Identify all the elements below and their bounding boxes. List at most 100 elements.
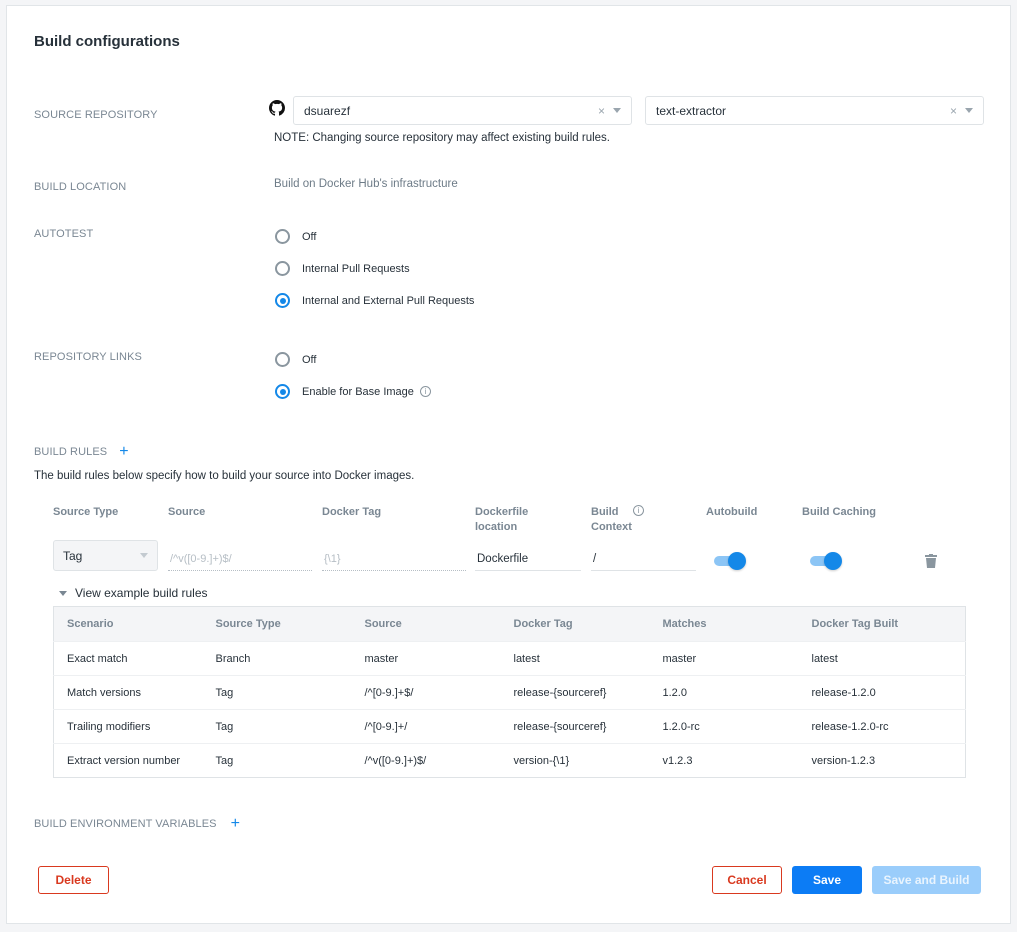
build-rules-header: BUILD RULES + bbox=[34, 444, 129, 460]
header-scenario: Scenario bbox=[53, 606, 203, 642]
repository-links-label: REPOSITORY LINKS bbox=[34, 351, 142, 363]
header-source-type: Source Type bbox=[202, 606, 352, 642]
repository-value: text-extractor bbox=[656, 103, 727, 118]
cell: Tag bbox=[202, 709, 352, 744]
repository-select[interactable]: text-extractor × bbox=[645, 96, 984, 125]
column-docker-tag: Docker Tag bbox=[322, 506, 382, 518]
repository-links-option-base-image[interactable]: Enable for Base Image i bbox=[275, 384, 431, 399]
source-type-value: Tag bbox=[63, 548, 83, 563]
table-row: Trailing modifiers Tag /^[0-9.]+/ releas… bbox=[53, 709, 966, 744]
radio-button[interactable] bbox=[275, 352, 290, 367]
cell: /^[0-9.]+$/ bbox=[351, 675, 501, 710]
source-repository-label: SOURCE REPOSITORY bbox=[34, 109, 158, 121]
column-label-line: location bbox=[475, 521, 518, 533]
cell: Exact match bbox=[53, 641, 203, 676]
build-env-vars-label: BUILD ENVIRONMENT VARIABLES bbox=[34, 818, 217, 830]
cell: Tag bbox=[202, 743, 352, 778]
autotest-option-internal[interactable]: Internal Pull Requests bbox=[275, 261, 410, 276]
column-label-line: Dockerfile bbox=[475, 506, 529, 518]
build-rules-description: The build rules below specify how to bui… bbox=[34, 470, 415, 482]
source-repository-note: NOTE: Changing source repository may aff… bbox=[274, 132, 610, 144]
cell: Extract version number bbox=[53, 743, 203, 778]
build-location-label: BUILD LOCATION bbox=[34, 181, 127, 193]
build-configurations-card: Build configurations SOURCE REPOSITORY d… bbox=[6, 5, 1011, 924]
column-dockerfile-location: Dockerfile location bbox=[475, 505, 528, 535]
build-rules-label: BUILD RULES bbox=[34, 446, 108, 458]
cell: latest bbox=[798, 641, 966, 676]
build-env-vars-header: BUILD ENVIRONMENT VARIABLES + bbox=[34, 816, 240, 832]
radio-button-selected[interactable] bbox=[275, 293, 290, 308]
header-source: Source bbox=[351, 606, 501, 642]
cell: release-1.2.0-rc bbox=[798, 709, 966, 744]
table-row: Extract version number Tag /^v([0-9.]+)$… bbox=[53, 743, 966, 778]
save-and-build-button[interactable]: Save and Build bbox=[872, 866, 981, 894]
table-header-row: Scenario Source Type Source Docker Tag M… bbox=[53, 606, 966, 642]
cell: version-1.2.3 bbox=[798, 743, 966, 778]
page-title: Build configurations bbox=[34, 33, 180, 50]
toggle-label: View example build rules bbox=[75, 586, 208, 600]
cell: Branch bbox=[202, 641, 352, 676]
table-row: Exact match Branch master latest master … bbox=[53, 641, 966, 676]
cell: /^[0-9.]+/ bbox=[351, 709, 501, 744]
source-input[interactable]: /^v([0-9.]+)$/ bbox=[168, 549, 312, 571]
radio-button-selected[interactable] bbox=[275, 384, 290, 399]
repository-links-option-off[interactable]: Off bbox=[275, 352, 316, 367]
column-source-type: Source Type bbox=[53, 506, 119, 518]
header-matches: Matches bbox=[649, 606, 799, 642]
info-icon[interactable]: i bbox=[633, 505, 644, 516]
delete-button[interactable]: Delete bbox=[38, 866, 109, 894]
radio-label: Internal and External Pull Requests bbox=[302, 294, 475, 307]
radio-button[interactable] bbox=[275, 261, 290, 276]
info-icon[interactable]: i bbox=[419, 386, 431, 397]
column-autobuild: Autobuild bbox=[706, 506, 758, 518]
cell: master bbox=[351, 641, 501, 676]
autotest-option-off[interactable]: Off bbox=[275, 229, 316, 244]
column-build-caching: Build Caching bbox=[802, 506, 876, 518]
cell: v1.2.3 bbox=[649, 743, 799, 778]
cancel-button[interactable]: Cancel bbox=[712, 866, 782, 894]
add-env-var-icon[interactable]: + bbox=[231, 816, 240, 832]
header-docker-tag: Docker Tag bbox=[500, 606, 650, 642]
clear-organization-icon[interactable]: × bbox=[598, 104, 605, 118]
chevron-down-icon bbox=[140, 553, 148, 558]
column-build-context: Build Context bbox=[591, 505, 632, 535]
example-build-rules-table: Scenario Source Type Source Docker Tag M… bbox=[53, 606, 966, 778]
add-build-rule-icon[interactable]: + bbox=[119, 444, 128, 460]
dockerfile-location-input[interactable]: Dockerfile bbox=[475, 549, 581, 571]
cell: latest bbox=[500, 641, 650, 676]
radio-label: Off bbox=[302, 353, 317, 366]
github-icon bbox=[269, 100, 285, 116]
view-example-build-rules-toggle[interactable]: View example build rules bbox=[59, 586, 208, 600]
cell: 1.2.0-rc bbox=[649, 709, 799, 744]
chevron-down-icon[interactable] bbox=[965, 108, 973, 113]
source-type-select[interactable]: Tag bbox=[53, 540, 158, 571]
build-context-input[interactable]: / bbox=[591, 549, 696, 571]
cell: /^v([0-9.]+)$/ bbox=[351, 743, 501, 778]
cell: release-{sourceref} bbox=[500, 675, 650, 710]
column-label-line: Context bbox=[591, 521, 632, 533]
clear-repository-icon[interactable]: × bbox=[950, 104, 957, 118]
toggle-knob bbox=[824, 552, 842, 570]
save-button[interactable]: Save bbox=[792, 866, 862, 894]
trash-icon[interactable] bbox=[925, 554, 937, 568]
radio-button[interactable] bbox=[275, 229, 290, 244]
toggle-knob bbox=[728, 552, 746, 570]
autobuild-toggle[interactable] bbox=[714, 552, 746, 570]
cell: version-{\1} bbox=[500, 743, 650, 778]
autotest-option-internal-external[interactable]: Internal and External Pull Requests bbox=[275, 293, 474, 308]
cell: release-{sourceref} bbox=[500, 709, 650, 744]
cell: Trailing modifiers bbox=[53, 709, 203, 744]
cell: Match versions bbox=[53, 675, 203, 710]
organization-select[interactable]: dsuarezf × bbox=[293, 96, 632, 125]
docker-tag-input[interactable]: {\1} bbox=[322, 549, 466, 571]
table-row: Match versions Tag /^[0-9.]+$/ release-{… bbox=[53, 675, 966, 710]
column-source: Source bbox=[168, 506, 206, 518]
cell: master bbox=[649, 641, 799, 676]
build-caching-toggle[interactable] bbox=[810, 552, 842, 570]
autotest-label: AUTOTEST bbox=[34, 228, 94, 240]
header-docker-tag-built: Docker Tag Built bbox=[798, 606, 966, 642]
chevron-down-icon[interactable] bbox=[613, 108, 621, 113]
organization-value: dsuarezf bbox=[304, 103, 351, 118]
radio-label: Off bbox=[302, 230, 317, 243]
radio-label: Enable for Base Image bbox=[302, 385, 414, 398]
